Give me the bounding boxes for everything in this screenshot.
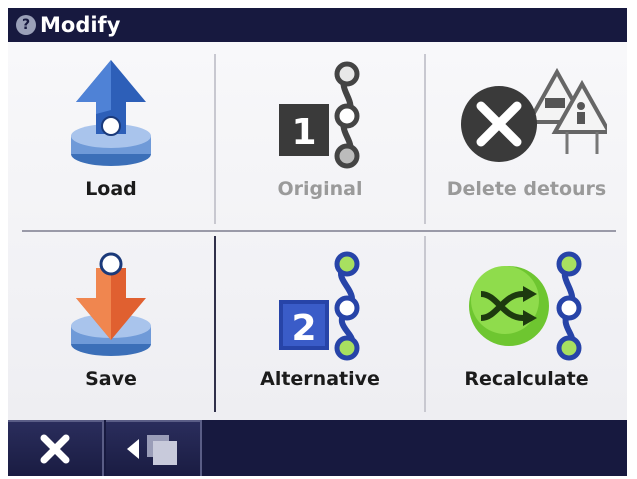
download-arrow-icon (71, 252, 151, 356)
modify-screen: ? Modify Load 1 Original Delete detours … (0, 0, 637, 479)
alternative-label: Alternative (260, 368, 380, 390)
route-badge-2: 2 (291, 308, 316, 349)
delete-detours-label: Delete detours (446, 178, 607, 200)
original-button[interactable]: 1 Original (216, 42, 424, 230)
route-number-1-icon: 1 (279, 61, 360, 169)
delete-detours-icon (460, 67, 607, 162)
load-label: Load (85, 178, 137, 200)
alternative-button[interactable]: 2 Alternative (216, 232, 424, 420)
recalculate-label: Recalculate (464, 368, 589, 390)
original-label: Original (277, 178, 363, 200)
save-button[interactable]: Save (8, 232, 214, 420)
menu-grid: Load 1 Original Delete detours Save 2 Al… (8, 42, 627, 420)
back-button[interactable] (106, 420, 202, 476)
load-button[interactable]: Load (8, 42, 214, 230)
route-badge-1: 1 (291, 112, 316, 153)
route-number-2-icon: 2 (279, 251, 360, 361)
save-label: Save (85, 368, 137, 390)
shuffle-route-icon (468, 251, 581, 361)
delete-detours-button[interactable]: Delete detours (426, 42, 627, 230)
recalculate-button[interactable]: Recalculate (426, 232, 627, 420)
upload-arrow-icon (71, 60, 151, 166)
help-icon[interactable]: ? (16, 15, 36, 35)
back-windows-icon (127, 435, 177, 465)
close-button[interactable] (8, 420, 104, 476)
title-bar: ? Modify (8, 8, 627, 42)
close-icon (40, 434, 70, 464)
bottom-bar (8, 420, 627, 476)
page-title: Modify (40, 13, 121, 37)
